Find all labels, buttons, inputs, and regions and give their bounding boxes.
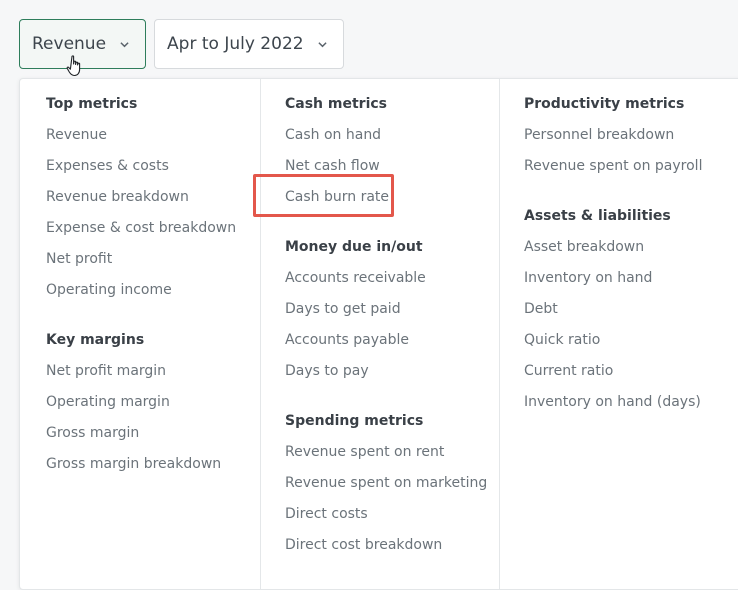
spending-metrics-group: Spending metrics Revenue spent on rent R…: [285, 406, 491, 561]
assets-liabilities-group: Assets & liabilities Asset breakdown Inv…: [524, 201, 738, 418]
menu-item-gross-margin-breakdown[interactable]: Gross margin breakdown: [46, 449, 251, 480]
metrics-dropdown-menu: Top metrics Revenue Expenses & costs Rev…: [19, 78, 738, 590]
period-dropdown[interactable]: Apr to July 2022: [154, 19, 344, 69]
menu-item-inventory-on-hand-days[interactable]: Inventory on hand (days): [524, 387, 738, 418]
menu-item-revenue-spent-on-rent[interactable]: Revenue spent on rent: [285, 437, 491, 468]
group-heading: Productivity metrics: [524, 96, 685, 112]
hand-pointer-cursor-icon: [66, 55, 81, 77]
menu-item-cash-on-hand[interactable]: Cash on hand: [285, 120, 491, 151]
menu-column-3: Productivity metrics Personnel breakdown…: [499, 79, 738, 589]
menu-item-current-ratio[interactable]: Current ratio: [524, 356, 738, 387]
menu-item-direct-cost-breakdown[interactable]: Direct cost breakdown: [285, 530, 491, 561]
chevron-down-icon: [317, 41, 327, 47]
metric-dropdown-label: Revenue: [32, 34, 107, 54]
menu-item-revenue-spent-on-payroll[interactable]: Revenue spent on payroll: [524, 151, 738, 182]
menu-item-direct-costs[interactable]: Direct costs: [285, 499, 491, 530]
menu-item-gross-margin[interactable]: Gross margin: [46, 418, 251, 449]
top-metrics-group: Top metrics Revenue Expenses & costs Rev…: [46, 89, 251, 306]
group-heading: Top metrics: [46, 96, 138, 112]
menu-item-operating-margin[interactable]: Operating margin: [46, 387, 251, 418]
menu-item-debt[interactable]: Debt: [524, 294, 738, 325]
group-heading: Key margins: [46, 332, 145, 348]
menu-item-days-to-pay[interactable]: Days to pay: [285, 356, 491, 387]
group-heading: Cash metrics: [285, 96, 388, 112]
menu-column-2: Cash metrics Cash on hand Net cash flow …: [260, 79, 499, 589]
period-dropdown-label: Apr to July 2022: [167, 34, 304, 54]
menu-item-quick-ratio[interactable]: Quick ratio: [524, 325, 738, 356]
menu-item-net-cash-flow[interactable]: Net cash flow: [285, 151, 491, 182]
menu-item-expenses-costs[interactable]: Expenses & costs: [46, 151, 251, 182]
menu-item-accounts-receivable[interactable]: Accounts receivable: [285, 263, 491, 294]
cash-metrics-group: Cash metrics Cash on hand Net cash flow …: [285, 89, 491, 213]
menu-item-expense-cost-breakdown[interactable]: Expense & cost breakdown: [46, 213, 251, 244]
key-margins-group: Key margins Net profit margin Operating …: [46, 325, 251, 480]
money-due-group: Money due in/out Accounts receivable Day…: [285, 232, 491, 387]
menu-item-net-profit[interactable]: Net profit: [46, 244, 251, 275]
menu-item-revenue-breakdown[interactable]: Revenue breakdown: [46, 182, 251, 213]
menu-item-cash-burn-rate[interactable]: Cash burn rate: [285, 182, 491, 213]
menu-item-days-to-get-paid[interactable]: Days to get paid: [285, 294, 491, 325]
group-heading: Assets & liabilities: [524, 208, 671, 224]
menu-item-operating-income[interactable]: Operating income: [46, 275, 251, 306]
menu-item-personnel-breakdown[interactable]: Personnel breakdown: [524, 120, 738, 151]
chevron-down-icon: [120, 41, 129, 47]
productivity-metrics-group: Productivity metrics Personnel breakdown…: [524, 89, 738, 182]
group-heading: Money due in/out: [285, 239, 423, 255]
menu-item-revenue-spent-on-marketing[interactable]: Revenue spent on marketing: [285, 468, 491, 499]
menu-column-1: Top metrics Revenue Expenses & costs Rev…: [20, 79, 259, 589]
menu-item-inventory-on-hand[interactable]: Inventory on hand: [524, 263, 738, 294]
menu-item-asset-breakdown[interactable]: Asset breakdown: [524, 232, 738, 263]
group-heading: Spending metrics: [285, 413, 424, 429]
menu-item-net-profit-margin[interactable]: Net profit margin: [46, 356, 251, 387]
menu-item-accounts-payable[interactable]: Accounts payable: [285, 325, 491, 356]
menu-item-revenue[interactable]: Revenue: [46, 120, 251, 151]
